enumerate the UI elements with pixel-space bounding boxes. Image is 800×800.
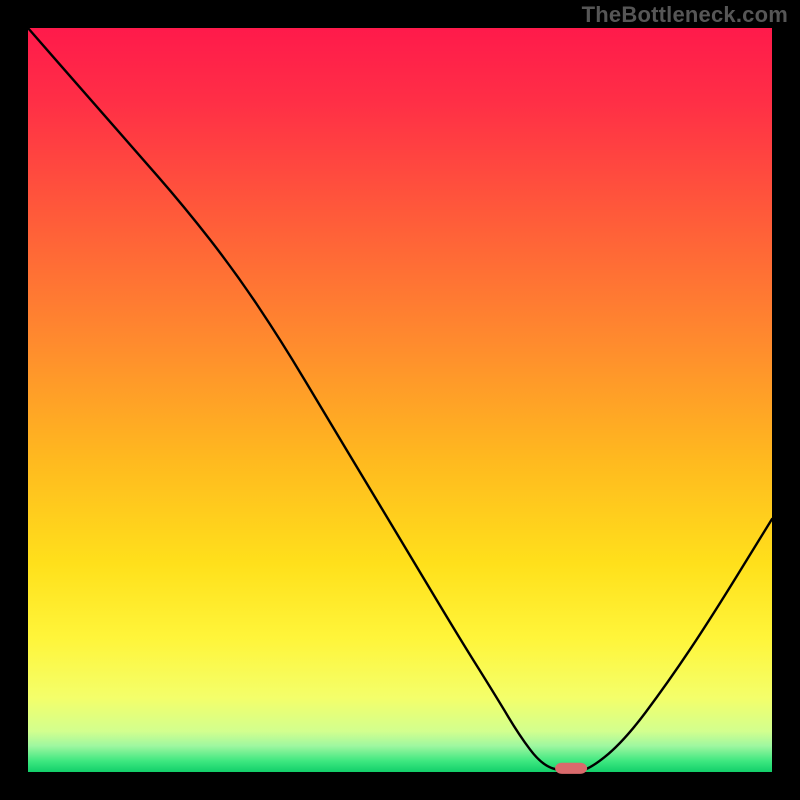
plot-area bbox=[28, 28, 772, 772]
optimal-marker bbox=[555, 763, 587, 774]
bottleneck-curve-chart bbox=[0, 0, 800, 800]
watermark-text: TheBottleneck.com bbox=[582, 2, 788, 28]
chart-frame: TheBottleneck.com bbox=[0, 0, 800, 800]
